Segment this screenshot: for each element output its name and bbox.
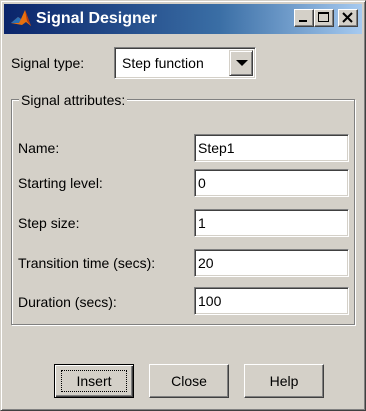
help-button-label: Help	[269, 373, 299, 389]
insert-button-label: Insert	[76, 373, 112, 389]
name-label: Name:	[18, 140, 60, 156]
chevron-down-icon	[236, 60, 248, 66]
help-button[interactable]: Help	[244, 364, 324, 398]
duration-field[interactable]	[194, 287, 349, 315]
minimize-icon	[299, 20, 307, 22]
signal-type-value: Step function	[122, 55, 204, 71]
title-bar[interactable]: Signal Designer	[4, 4, 362, 34]
starting-level-field[interactable]	[194, 169, 349, 197]
matlab-icon	[10, 8, 32, 30]
name-field[interactable]	[194, 134, 349, 162]
transition-time-field[interactable]	[194, 249, 349, 277]
transition-time-label: Transition time (secs):	[18, 255, 156, 271]
close-button[interactable]: Close	[149, 364, 229, 398]
maximize-button[interactable]	[314, 9, 334, 27]
step-size-label: Step size:	[18, 215, 80, 231]
close-icon	[342, 12, 353, 23]
signal-designer-window: Signal Designer Signal type: Step functi…	[0, 0, 366, 411]
window-title: Signal Designer	[36, 10, 157, 27]
signal-type-select[interactable]: Step function	[114, 47, 256, 79]
duration-label: Duration (secs):	[18, 294, 117, 310]
close-button-label: Close	[171, 373, 207, 389]
maximize-icon	[318, 12, 329, 22]
signal-attributes-title: Signal attributes:	[19, 91, 128, 109]
step-size-field[interactable]	[194, 209, 349, 237]
insert-button[interactable]: Insert	[54, 364, 134, 398]
starting-level-label: Starting level:	[18, 175, 103, 191]
close-window-button[interactable]	[338, 9, 358, 27]
signal-type-dropdown-button[interactable]	[229, 50, 253, 76]
minimize-button[interactable]	[294, 9, 314, 27]
signal-type-label: Signal type:	[11, 55, 85, 71]
